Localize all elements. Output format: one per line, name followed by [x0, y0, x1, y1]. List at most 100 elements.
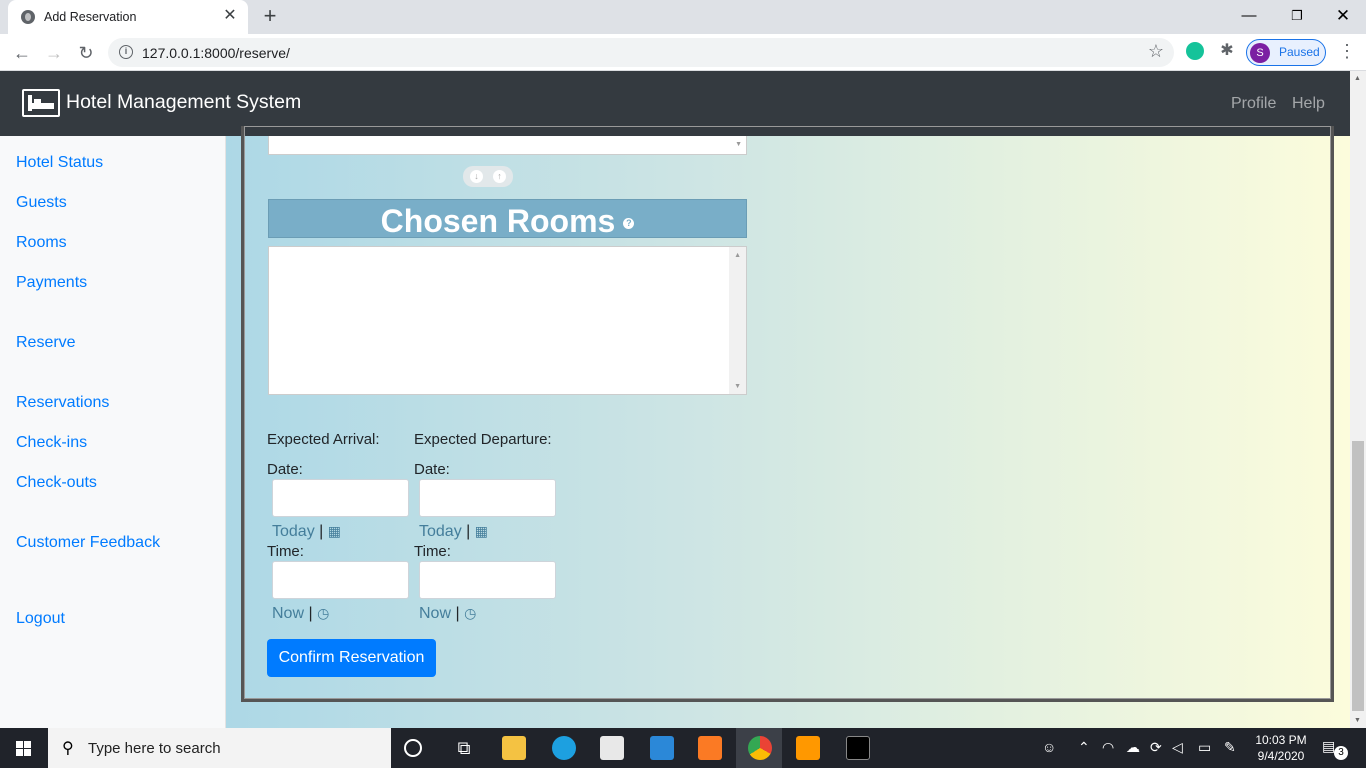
- arrival-date-label: Date:: [267, 461, 303, 478]
- sidebar-item-payments[interactable]: Payments: [16, 274, 87, 292]
- move-up-icon[interactable]: ↑: [493, 170, 506, 183]
- mail-icon[interactable]: [650, 736, 674, 760]
- departure-time-shortcuts: Now | ◷: [419, 605, 476, 623]
- scroll-down-icon[interactable]: ▼: [735, 141, 742, 148]
- clock-date: 9/4/2020: [1257, 749, 1305, 763]
- people-icon[interactable]: ☺: [1042, 739, 1056, 755]
- separator: |: [455, 605, 460, 622]
- reload-button[interactable]: ↻: [73, 40, 99, 66]
- browser-toolbar: ← → ↻ i 127.0.0.1:8000/reserve/ ☆ ✱ S Pa…: [0, 34, 1366, 71]
- cortana-icon[interactable]: [404, 739, 422, 757]
- departure-today-link[interactable]: Today: [419, 523, 462, 540]
- store-icon[interactable]: [600, 736, 624, 760]
- sidebar-item-hotel-status[interactable]: Hotel Status: [16, 154, 103, 172]
- xampp-icon[interactable]: [698, 736, 722, 760]
- nav-help-link[interactable]: Help: [1292, 95, 1325, 113]
- task-view-icon[interactable]: ⧉: [452, 736, 476, 760]
- avatar: S: [1250, 42, 1270, 63]
- browser-tab-strip: Add Reservation ✕ + — ❐ ✕: [0, 0, 1366, 34]
- extensions-puzzle-icon[interactable]: ✱: [1218, 42, 1236, 60]
- sidebar-item-check-outs[interactable]: Check-outs: [16, 474, 97, 492]
- profile-status: Paused: [1279, 45, 1320, 59]
- nav-profile-link[interactable]: Profile: [1231, 95, 1276, 113]
- page-scrollbar[interactable]: ▲ ▼: [1350, 71, 1366, 728]
- new-tab-button[interactable]: +: [258, 4, 282, 28]
- tab-title: Add Reservation: [44, 10, 137, 24]
- battery-icon[interactable]: ▭: [1198, 739, 1211, 756]
- departure-heading: Expected Departure:: [414, 431, 552, 448]
- main-content: ▼ ↓ ↑ Chosen Rooms? ▲ ▼ Expected Arrival…: [226, 126, 1350, 728]
- volume-icon[interactable]: ◁: [1172, 739, 1183, 756]
- calendar-icon[interactable]: ▦: [475, 523, 488, 539]
- scroll-up-icon[interactable]: ▲: [734, 252, 741, 259]
- separator: |: [466, 523, 471, 540]
- clock-time: 10:03 PM: [1255, 733, 1307, 747]
- restore-button[interactable]: ❐: [1274, 2, 1320, 30]
- start-button[interactable]: [0, 728, 48, 768]
- site-info-icon[interactable]: i: [119, 45, 133, 59]
- sidebar-item-logout[interactable]: Logout: [16, 610, 65, 628]
- grammarly-extension-icon[interactable]: [1186, 42, 1204, 60]
- sidebar-item-reserve[interactable]: Reserve: [16, 334, 76, 352]
- clock-icon[interactable]: ◷: [464, 605, 476, 621]
- onedrive-icon[interactable]: ☁: [1126, 739, 1140, 756]
- sidebar-item-rooms[interactable]: Rooms: [16, 234, 67, 252]
- arrival-date-input[interactable]: [272, 479, 409, 517]
- terminal-icon[interactable]: [846, 736, 870, 760]
- departure-date-input[interactable]: [419, 479, 556, 517]
- address-bar[interactable]: i 127.0.0.1:8000/reserve/ ☆: [108, 38, 1174, 67]
- arrival-now-link[interactable]: Now: [272, 605, 304, 622]
- close-window-button[interactable]: ✕: [1320, 2, 1366, 30]
- departure-time-label: Time:: [414, 543, 451, 560]
- scroll-up-icon[interactable]: ▲: [1354, 75, 1361, 82]
- sidebar-item-check-ins[interactable]: Check-ins: [16, 434, 87, 452]
- show-hidden-icons[interactable]: ⌃: [1078, 739, 1090, 756]
- file-explorer-icon[interactable]: [502, 736, 526, 760]
- departure-now-link[interactable]: Now: [419, 605, 451, 622]
- scroll-down-icon[interactable]: ▼: [734, 383, 741, 390]
- sublime-text-icon[interactable]: [796, 736, 820, 760]
- chosen-rooms-title: Chosen Rooms: [380, 203, 616, 239]
- brand-title[interactable]: Hotel Management System: [66, 91, 301, 114]
- scrollbar-thumb[interactable]: [1352, 441, 1364, 711]
- bookmark-star-icon[interactable]: ☆: [1148, 41, 1164, 62]
- search-icon: ⚲: [62, 740, 74, 757]
- taskbar: ⚲ Type here to search ⧉ ☺ ⌃ ◠ ☁ ⟳ ◁ ▭ ✎ …: [0, 728, 1366, 768]
- profile-button[interactable]: S Paused: [1246, 39, 1326, 66]
- sidebar-item-guests[interactable]: Guests: [16, 194, 67, 212]
- browser-menu-icon[interactable]: ⋮: [1338, 41, 1356, 62]
- browser-tab[interactable]: Add Reservation ✕: [8, 0, 248, 34]
- chrome-icon[interactable]: [748, 736, 772, 760]
- arrival-heading: Expected Arrival:: [267, 431, 380, 448]
- clock-icon[interactable]: ◷: [317, 605, 329, 621]
- pen-icon[interactable]: ✎: [1224, 739, 1236, 756]
- search-placeholder: Type here to search: [88, 740, 221, 757]
- close-tab-icon[interactable]: ✕: [220, 6, 240, 26]
- back-button[interactable]: ←: [9, 40, 35, 66]
- sidebar-item-reservations[interactable]: Reservations: [16, 394, 109, 412]
- edge-icon[interactable]: [552, 736, 576, 760]
- taskbar-search[interactable]: ⚲ Type here to search: [48, 728, 391, 768]
- sidebar-item-customer-feedback[interactable]: Customer Feedback: [16, 534, 160, 552]
- help-icon[interactable]: ?: [623, 218, 635, 230]
- notification-center-icon[interactable]: ▤ 3: [1322, 738, 1348, 760]
- calendar-icon[interactable]: ▦: [328, 523, 341, 539]
- chosen-rooms-header: Chosen Rooms?: [268, 199, 747, 239]
- arrival-time-input[interactable]: [272, 561, 409, 599]
- chosen-rooms-select[interactable]: ▲ ▼: [268, 246, 747, 395]
- departure-date-label: Date:: [414, 461, 450, 478]
- minimize-button[interactable]: —: [1226, 2, 1272, 30]
- forward-button[interactable]: →: [41, 40, 67, 66]
- confirm-reservation-button[interactable]: Confirm Reservation: [267, 639, 436, 677]
- scroll-down-icon[interactable]: ▼: [1354, 717, 1361, 724]
- list-scrollbar[interactable]: [729, 247, 746, 394]
- sync-icon[interactable]: ⟳: [1150, 739, 1162, 756]
- separator: |: [308, 605, 313, 622]
- taskbar-clock[interactable]: 10:03 PM 9/4/2020: [1252, 732, 1310, 764]
- wifi-icon[interactable]: ◠: [1102, 739, 1114, 756]
- departure-date-shortcuts: Today | ▦: [419, 523, 488, 541]
- available-rooms-select[interactable]: ▼: [268, 136, 747, 155]
- departure-time-input[interactable]: [419, 561, 556, 599]
- arrival-today-link[interactable]: Today: [272, 523, 315, 540]
- move-down-icon[interactable]: ↓: [470, 170, 483, 183]
